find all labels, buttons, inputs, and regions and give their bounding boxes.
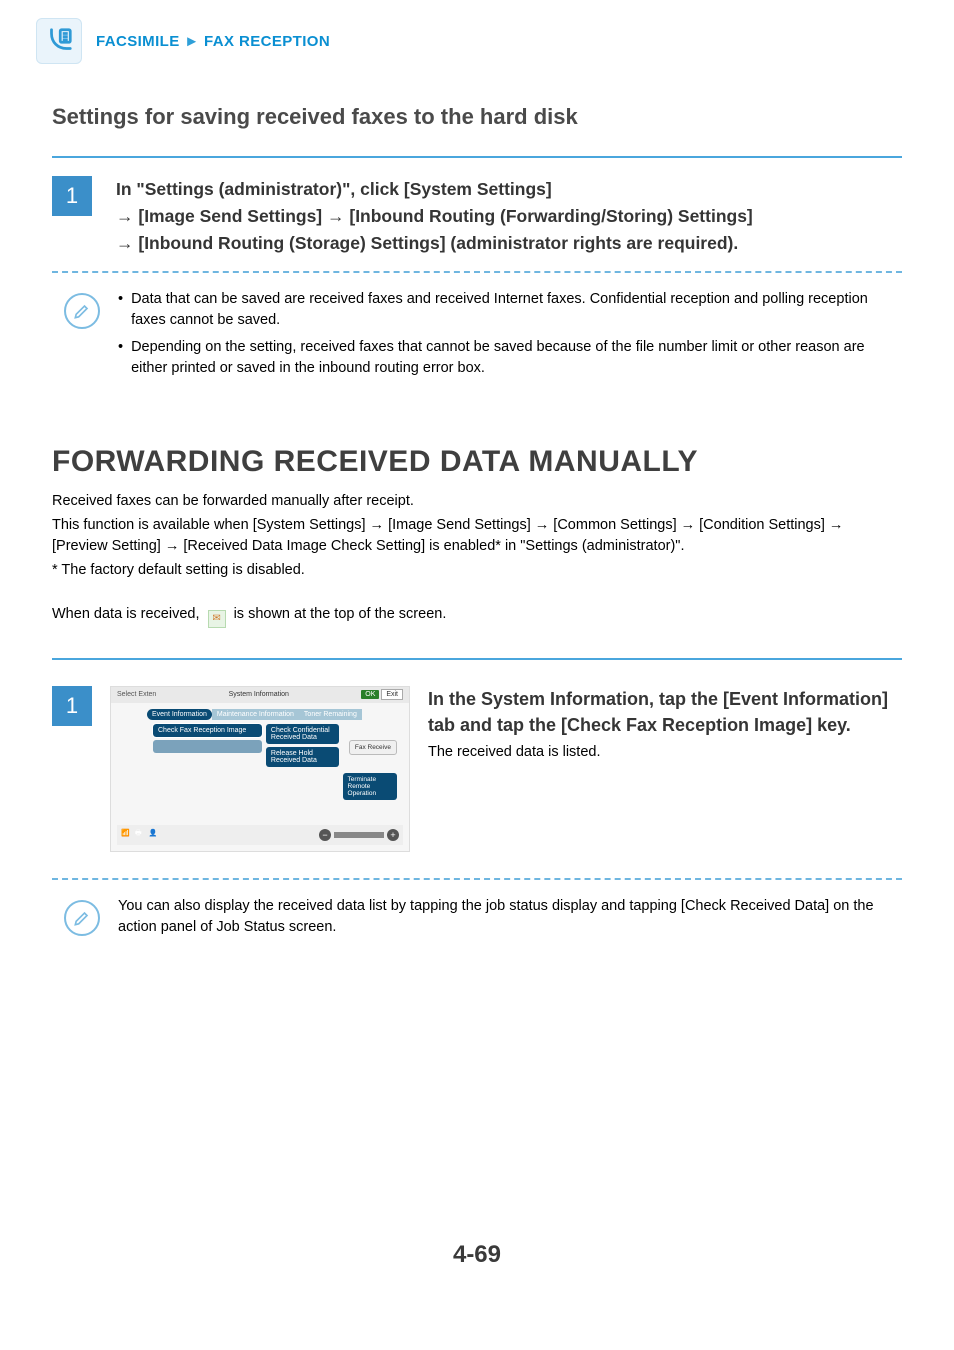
divider xyxy=(52,156,902,158)
divider xyxy=(52,658,902,660)
fax-receive-button[interactable]: Fax Receive xyxy=(349,740,397,755)
topbar-left-label: Select Exten xyxy=(117,691,156,698)
ok-button[interactable]: OK xyxy=(361,690,379,699)
step-row: 1 Select Exten System Information OK Exi… xyxy=(52,686,902,852)
breadcrumb: FACSIMILE ► FAX RECEPTION xyxy=(96,33,330,50)
breadcrumb-subsection[interactable]: FAX RECEPTION xyxy=(204,33,330,50)
release-hold-received-data-button[interactable]: Release Hold Received Data xyxy=(266,747,339,767)
list-item: •Data that can be saved are received fax… xyxy=(118,289,902,331)
paragraph: Received faxes can be forwarded manually… xyxy=(52,491,902,512)
info-text: Depending on the setting, received faxes… xyxy=(131,337,902,379)
page-content: Settings for saving received faxes to th… xyxy=(0,104,954,1269)
pencil-icon xyxy=(72,908,92,928)
dashed-divider xyxy=(52,878,902,880)
dashed-divider xyxy=(52,271,902,273)
info-paragraph: You can also display the received data l… xyxy=(118,896,902,938)
paragraph: This function is available when [System … xyxy=(52,515,902,557)
paragraph: When data is received, ✉ is shown at the… xyxy=(52,604,902,628)
step-text: In the System Information, tap the [Even… xyxy=(428,686,902,760)
screenshot-bottombar: 📶 🖶 👤 − + xyxy=(117,825,403,845)
status-icon: 👤 xyxy=(149,829,161,841)
main-heading: FORWARDING RECEIVED DATA MANUALLY xyxy=(52,445,902,479)
status-icon: 📶 xyxy=(121,829,133,841)
phone-doc-icon xyxy=(44,26,74,56)
page-header: FACSIMILE ► FAX RECEPTION xyxy=(0,18,954,64)
step-subtext: The received data is listed. xyxy=(428,744,902,760)
status-icon: 🖶 xyxy=(135,829,147,841)
info-list: •Data that can be saved are received fax… xyxy=(118,289,902,385)
screenshot-topbar: Select Exten System Information OK Exit xyxy=(111,687,409,703)
device-screenshot: Select Exten System Information OK Exit … xyxy=(110,686,410,852)
brightness-slider[interactable] xyxy=(334,832,384,838)
chevron-right-icon: ► xyxy=(184,33,199,50)
info-note: You can also display the received data l… xyxy=(52,896,902,941)
text-fragment: When data is received, xyxy=(52,606,204,622)
info-icon xyxy=(64,900,100,936)
check-fax-reception-image-button[interactable]: Check Fax Reception Image xyxy=(153,724,262,737)
step-number-badge: 1 xyxy=(52,176,92,216)
exit-button[interactable]: Exit xyxy=(381,689,403,700)
breadcrumb-section[interactable]: FACSIMILE xyxy=(96,33,180,50)
info-note: •Data that can be saved are received fax… xyxy=(52,289,902,385)
info-icon xyxy=(64,293,100,329)
topbar-title: System Information xyxy=(229,691,289,698)
step-number-badge: 1 xyxy=(52,686,92,726)
paragraph: * The factory default setting is disable… xyxy=(52,560,902,581)
section-heading: Settings for saving received faxes to th… xyxy=(52,104,902,130)
minus-icon[interactable]: − xyxy=(319,829,331,841)
page-number: 4-69 xyxy=(52,1241,902,1269)
step-heading: In the System Information, tap the [Even… xyxy=(428,686,902,738)
error-row xyxy=(153,740,262,753)
plus-icon[interactable]: + xyxy=(387,829,399,841)
list-item: •Depending on the setting, received faxe… xyxy=(118,337,902,379)
check-confidential-received-data-button[interactable]: Check Confidential Received Data xyxy=(266,724,339,744)
step-row: 1 In "Settings (administrator)", click [… xyxy=(52,176,902,257)
terminate-remote-operation-button[interactable]: Terminate Remote Operation xyxy=(343,773,397,800)
info-text: Data that can be saved are received faxe… xyxy=(131,289,902,331)
step-line: → [Image Send Settings] → [Inbound Routi… xyxy=(116,206,753,226)
tab-maintenance-information[interactable]: Maintenance Information xyxy=(212,709,299,720)
received-data-icon: ✉ xyxy=(208,610,226,628)
step-line: In "Settings (administrator)", click [Sy… xyxy=(116,179,552,199)
step-line: → [Inbound Routing (Storage) Settings] (… xyxy=(116,233,738,253)
step-instruction: In "Settings (administrator)", click [Sy… xyxy=(116,176,753,257)
tab-event-information[interactable]: Event Information xyxy=(147,709,212,720)
pencil-icon xyxy=(72,301,92,321)
info-text: You can also display the received data l… xyxy=(118,896,902,941)
text-fragment: is shown at the top of the screen. xyxy=(234,606,447,622)
tab-toner-remaining[interactable]: Toner Remaining xyxy=(299,709,362,720)
screenshot-tabs: Event Information Maintenance Informatio… xyxy=(147,709,403,720)
facsimile-icon xyxy=(36,18,82,64)
